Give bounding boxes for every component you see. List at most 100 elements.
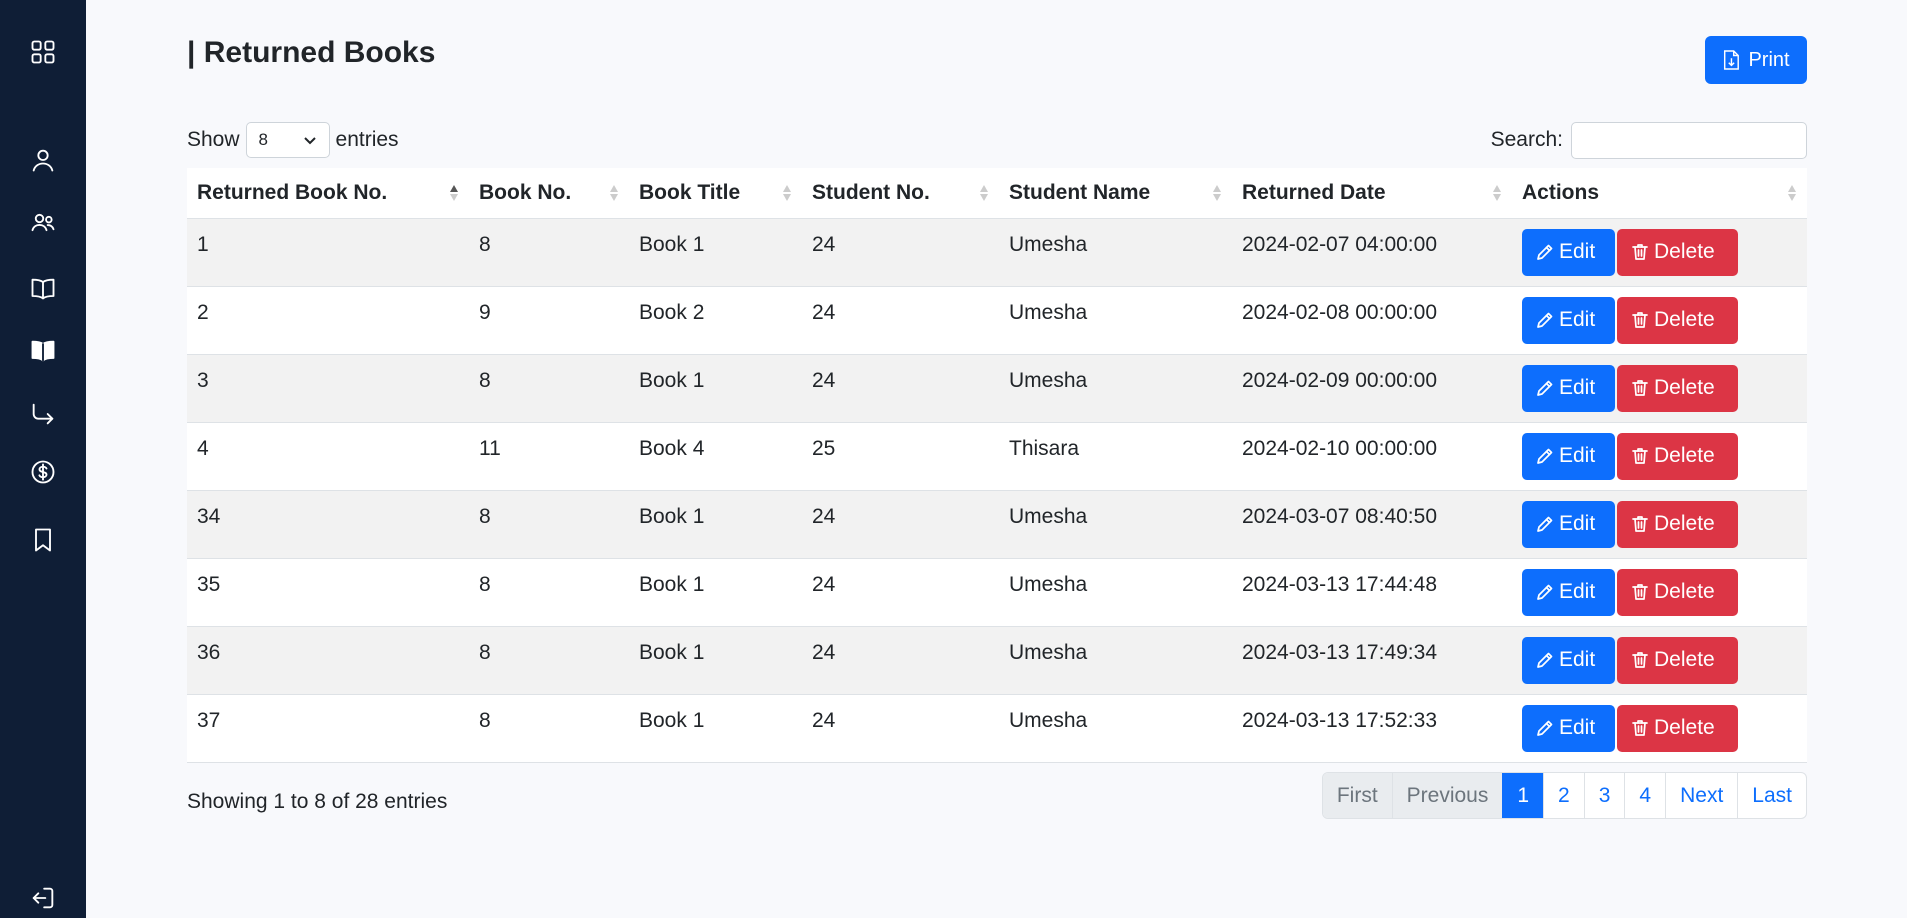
edit-button-label: Edit — [1559, 376, 1596, 399]
return-arrow-icon[interactable] — [25, 396, 61, 432]
users-icon[interactable] — [25, 204, 61, 240]
column-header-label: Student Name — [1009, 180, 1151, 204]
entries-select[interactable]: 8 — [245, 122, 330, 158]
table-cell-book-no: 8 — [469, 558, 629, 627]
table-row: 36 8 Book 1 24 Umesha 2024-03-13 17:49:34 Edit… — [187, 626, 1807, 695]
edit-button-label: Edit — [1559, 308, 1596, 331]
table-cell-student-name: Umesha — [999, 694, 1232, 763]
entries-select-value: 8 — [258, 130, 268, 149]
dashboard-grid-icon[interactable] — [25, 34, 61, 70]
delete-button-label: Delete — [1654, 444, 1715, 467]
trash-icon — [1632, 720, 1648, 736]
delete-button[interactable]: Delete — [1617, 704, 1738, 752]
pagination-page-4[interactable]: 4 — [1624, 773, 1665, 818]
sort-icon — [1212, 183, 1222, 203]
dollar-circle-icon[interactable] — [25, 454, 61, 490]
edit-button[interactable]: Edit — [1522, 364, 1615, 412]
delete-button[interactable]: Delete — [1617, 228, 1738, 276]
edit-button-label: Edit — [1559, 444, 1596, 467]
delete-button[interactable]: Delete — [1617, 364, 1738, 412]
search-input[interactable] — [1571, 121, 1807, 159]
delete-button[interactable]: Delete — [1617, 500, 1738, 548]
delete-button[interactable]: Delete — [1617, 636, 1738, 684]
main-content: | Returned Books Print Show 8 entries Se… — [187, 0, 1807, 918]
bookmark-icon[interactable] — [25, 522, 61, 558]
trash-icon — [1632, 244, 1648, 260]
pagination-next[interactable]: Next — [1665, 773, 1737, 818]
table-cell-book-no: 9 — [469, 286, 629, 355]
table-cell-book-no: 11 — [469, 422, 629, 491]
table-row: 37 8 Book 1 24 Umesha 2024-03-13 17:52:33 Edit… — [187, 694, 1807, 763]
pencil-icon — [1537, 244, 1553, 260]
pagination-previous[interactable]: Previous — [1391, 773, 1503, 818]
edit-button[interactable]: Edit — [1522, 704, 1615, 752]
table-cell-student-name: Umesha — [999, 626, 1232, 695]
delete-button-label: Delete — [1654, 308, 1715, 331]
table-cell-returned-no: 3 — [187, 354, 469, 423]
table-cell-returned-no: 36 — [187, 626, 469, 695]
delete-button-label: Delete — [1654, 512, 1715, 535]
edit-button[interactable]: Edit — [1522, 636, 1615, 684]
book-filled-icon[interactable] — [25, 333, 61, 369]
pagination-page-3[interactable]: 3 — [1583, 773, 1625, 818]
table-cell-returned-no: 37 — [187, 694, 469, 763]
table-cell-date: 2024-03-13 17:44:48 — [1232, 558, 1512, 627]
column-header-label: Returned Date — [1242, 180, 1386, 204]
delete-button[interactable]: Delete — [1617, 296, 1738, 344]
table-cell-date: 2024-02-09 00:00:00 — [1232, 354, 1512, 423]
column-header-label: Book No. — [479, 180, 572, 204]
edit-button[interactable]: Edit — [1522, 296, 1615, 344]
table-cell-book-no: 8 — [469, 626, 629, 695]
trash-icon — [1632, 516, 1648, 532]
table-cell-actions: Edit Delete — [1512, 218, 1807, 287]
column-header[interactable]: Student No. — [802, 168, 999, 219]
table-cell-returned-no: 4 — [187, 422, 469, 491]
edit-button-label: Edit — [1559, 580, 1596, 603]
pencil-icon — [1537, 312, 1553, 328]
pagination-first[interactable]: First — [1322, 773, 1392, 818]
table-cell-actions: Edit Delete — [1512, 558, 1807, 627]
pencil-icon — [1537, 380, 1553, 396]
column-header[interactable]: Actions — [1512, 168, 1807, 219]
table-cell-date: 2024-02-07 04:00:00 — [1232, 218, 1512, 287]
logout-icon[interactable] — [25, 880, 61, 916]
pagination-page-1[interactable]: 1 — [1502, 773, 1544, 818]
delete-button[interactable]: Delete — [1617, 568, 1738, 616]
table-cell-title: Book 4 — [629, 422, 802, 491]
table-cell-title: Book 1 — [629, 490, 802, 559]
pencil-icon — [1537, 720, 1553, 736]
column-header[interactable]: Returned Date — [1232, 168, 1512, 219]
pencil-icon — [1537, 584, 1553, 600]
sort-icon — [782, 183, 792, 203]
column-header[interactable]: Returned Book No. — [187, 168, 469, 219]
table-cell-actions: Edit Delete — [1512, 490, 1807, 559]
file-download-icon — [1724, 50, 1740, 70]
table-body: 1 8 Book 1 24 Umesha 2024-02-07 04:00:00 Edit D… — [187, 218, 1807, 763]
edit-button[interactable]: Edit — [1522, 432, 1615, 480]
book-open-icon[interactable] — [25, 271, 61, 307]
entries-label: entries — [335, 128, 399, 151]
pencil-icon — [1537, 652, 1553, 668]
table-cell-student-no: 24 — [802, 626, 999, 695]
table-cell-book-no: 8 — [469, 218, 629, 287]
pagination-last[interactable]: Last — [1737, 773, 1806, 818]
table-cell-title: Book 1 — [629, 558, 802, 627]
delete-button[interactable]: Delete — [1617, 432, 1738, 480]
edit-button-label: Edit — [1559, 512, 1596, 535]
table-cell-date: 2024-02-10 00:00:00 — [1232, 422, 1512, 491]
column-header[interactable]: Student Name — [999, 168, 1232, 219]
trash-icon — [1632, 380, 1648, 396]
edit-button-label: Edit — [1559, 240, 1596, 263]
edit-button[interactable]: Edit — [1522, 500, 1615, 548]
column-header[interactable]: Book No. — [469, 168, 629, 219]
pagination-page-2[interactable]: 2 — [1543, 773, 1584, 818]
print-button[interactable]: Print — [1705, 36, 1807, 84]
table-cell-book-no: 8 — [469, 694, 629, 763]
table-cell-returned-no: 1 — [187, 218, 469, 287]
edit-button[interactable]: Edit — [1522, 568, 1615, 616]
edit-button[interactable]: Edit — [1522, 228, 1615, 276]
column-header[interactable]: Book Title — [629, 168, 802, 219]
table-row: 34 8 Book 1 24 Umesha 2024-03-07 08:40:50 Edit… — [187, 490, 1807, 559]
table-cell-student-no: 24 — [802, 694, 999, 763]
user-icon[interactable] — [25, 142, 61, 178]
